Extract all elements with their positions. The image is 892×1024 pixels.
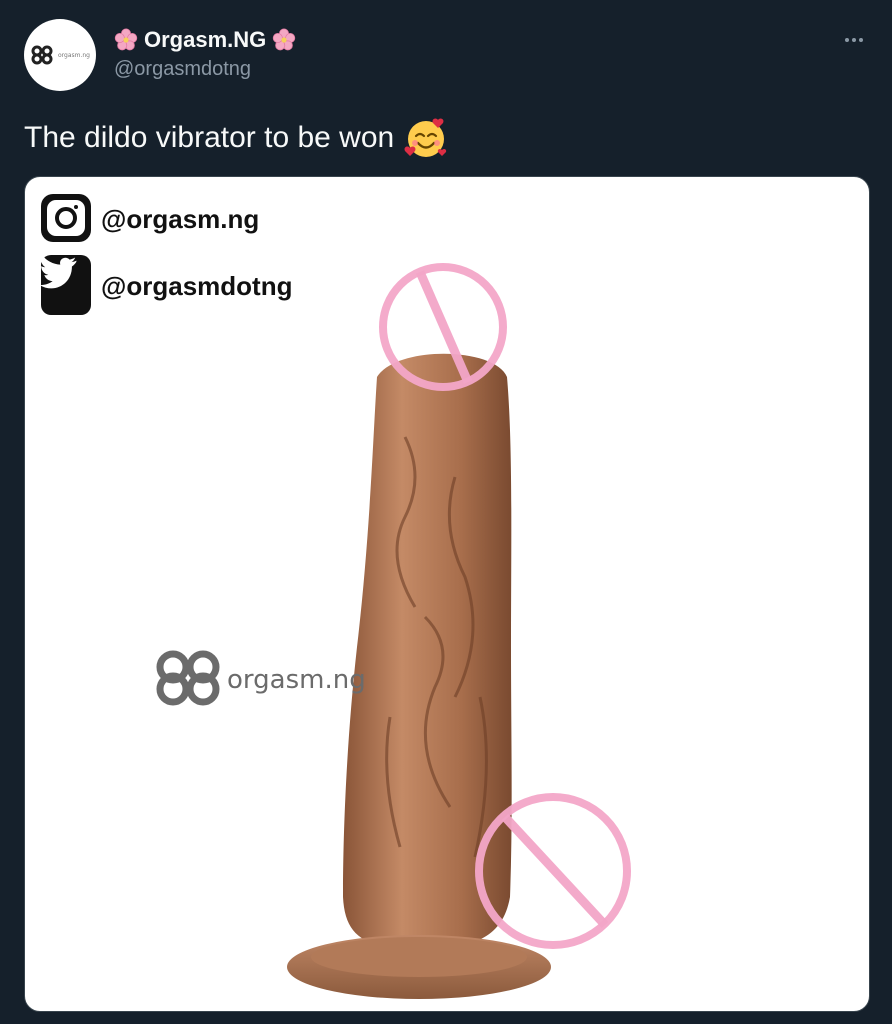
- more-options-icon[interactable]: [838, 30, 870, 50]
- watermark-logo-icon: [156, 650, 220, 706]
- product-image: [39, 194, 631, 999]
- instagram-icon: [41, 194, 91, 242]
- display-name[interactable]: Orgasm.NG: [114, 27, 296, 53]
- cherry-blossom-icon: [273, 28, 296, 51]
- tweet-text: The dildo vibrator to be won: [24, 116, 448, 160]
- twitter-icon: [39, 255, 91, 315]
- cherry-blossom-icon: [114, 28, 138, 51]
- tweet-media-image[interactable]: @orgasm.ng @orgasmdotng orgasm.ng: [24, 176, 870, 1012]
- display-name-text: Orgasm.NG: [144, 27, 267, 52]
- instagram-handle: @orgasm.ng: [101, 204, 260, 234]
- chain-link-icon: [31, 45, 53, 65]
- product-base-top: [311, 937, 527, 977]
- twitter-handle: @orgasmdotng: [101, 271, 293, 301]
- watermark-text: orgasm.ng: [227, 665, 366, 695]
- user-handle[interactable]: @orgasmdotng: [114, 58, 251, 81]
- tweet[interactable]: orgasm.ng Orgasm.NG @orgasmdotng The dil…: [0, 0, 892, 1024]
- smiling-face-with-hearts-icon: [404, 118, 447, 157]
- avatar[interactable]: orgasm.ng: [24, 19, 96, 91]
- avatar-logo: orgasm.ng: [30, 45, 90, 65]
- product-shaft: [343, 353, 512, 949]
- avatar-logo-text: orgasm.ng: [57, 51, 90, 59]
- tweet-text-content: The dildo vibrator to be won: [24, 121, 395, 154]
